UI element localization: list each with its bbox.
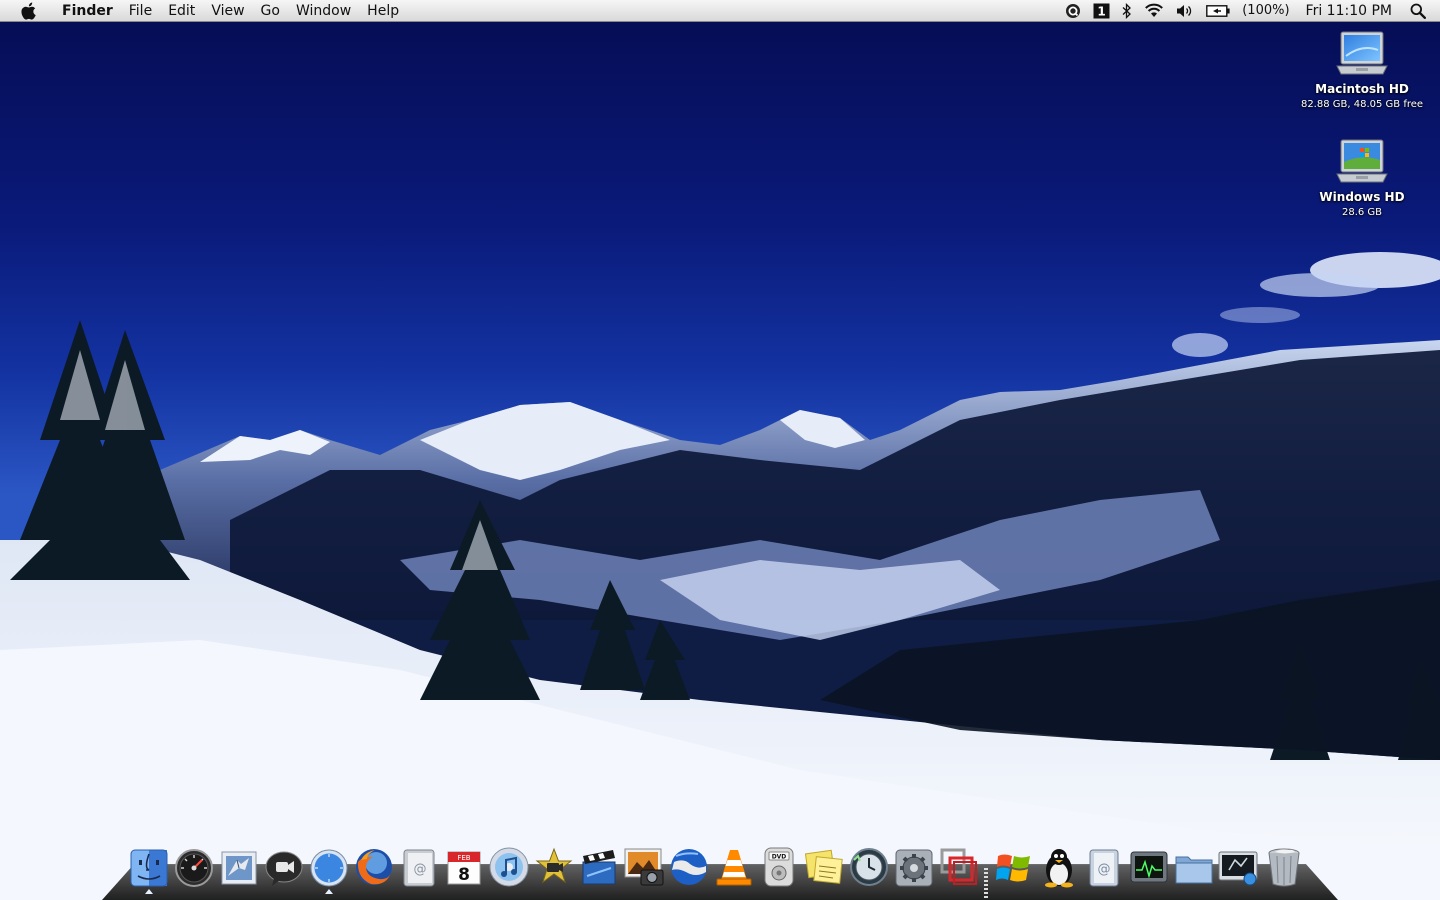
safari-icon (310, 849, 347, 887)
menu-bar: Finder File Edit View Go Window Help 1 (… (0, 0, 1440, 22)
clapper-icon (582, 850, 615, 885)
dock-item-ichat[interactable] (261, 840, 306, 888)
mail-icon (221, 851, 256, 885)
desktop-icon-info: 82.88 GB, 48.05 GB free (1300, 99, 1424, 110)
svg-text:FEB: FEB (457, 854, 470, 862)
battery-percent[interactable]: (100%) (1236, 0, 1295, 22)
dock-item-screen-capture[interactable] (1216, 840, 1261, 888)
dock-item-parallels[interactable] (936, 840, 981, 888)
dock-item-vlc[interactable] (711, 840, 756, 888)
menu-extras: 1 (100%) Fri 11:10 PM (1059, 0, 1440, 22)
dock-item-itunes[interactable] (486, 840, 531, 888)
apple-logo-icon[interactable] (16, 2, 42, 20)
ichat-icon (265, 851, 302, 886)
dock-item-ical[interactable]: FEB 8 (441, 840, 486, 888)
menu-view[interactable]: View (203, 0, 252, 22)
dashboard-icon (174, 849, 213, 887)
ical-icon: FEB 8 (447, 851, 480, 885)
bluetooth-icon[interactable] (1116, 0, 1138, 22)
dock-item-mail[interactable] (216, 840, 261, 888)
desktop-icon-macintosh-hd[interactable]: Macintosh HD 82.88 GB, 48.05 GB free (1287, 30, 1437, 110)
battery-icon[interactable] (1200, 0, 1236, 22)
desktop-icon-windows-hd[interactable]: Windows HD 28.6 GB (1287, 138, 1437, 218)
finder-icon (130, 849, 167, 887)
svg-text:DVD: DVD (771, 854, 786, 861)
dock-item-firefox[interactable] (351, 840, 396, 888)
dock-item-dashboard[interactable] (171, 840, 216, 888)
windows-logo-icon (995, 854, 1030, 882)
linux-tux-icon (1044, 849, 1073, 888)
dock-item-finder[interactable] (126, 840, 171, 894)
dock-item-windows[interactable] (991, 840, 1036, 888)
svg-text:@: @ (1097, 862, 1110, 877)
dock-item-safari[interactable] (306, 840, 351, 894)
activity-monitor-icon (1130, 851, 1167, 883)
menu-help[interactable]: Help (359, 0, 407, 22)
svg-text:8: 8 (458, 865, 470, 885)
address-book-icon: @ (403, 849, 434, 887)
dock: @ FEB 8 DVD @ (126, 840, 1316, 898)
screen-capture-icon (1218, 851, 1257, 886)
menu-edit[interactable]: Edit (160, 0, 203, 22)
svg-text:1: 1 (1098, 4, 1106, 18)
svg-text:@: @ (413, 862, 426, 877)
vlc-cone-icon (716, 850, 751, 886)
volume-icon[interactable] (1170, 0, 1200, 22)
dock-item-system-preferences[interactable] (891, 840, 936, 888)
quicksilver-icon[interactable] (1059, 0, 1087, 22)
time-machine-icon (849, 848, 888, 886)
address-card-icon: @ (1089, 849, 1118, 887)
stickies-icon (804, 849, 843, 884)
dock-item-address-book[interactable]: @ (396, 840, 441, 888)
dock-item-folder[interactable] (1171, 840, 1216, 888)
dock-item-imovie[interactable] (531, 840, 576, 888)
menu-finder[interactable]: Finder (54, 0, 121, 22)
firefox-icon (355, 849, 392, 885)
menubar-clock[interactable]: Fri 11:10 PM (1296, 0, 1404, 22)
system-preferences-icon (895, 849, 932, 887)
menu-file[interactable]: File (121, 0, 160, 22)
desktop-icon-label: Windows HD (1319, 190, 1405, 204)
laptop-drive-icon (1336, 31, 1388, 75)
dvd-player-icon: DVD (764, 847, 793, 887)
iphoto-icon (624, 848, 663, 886)
menu-go[interactable]: Go (253, 0, 288, 22)
running-indicator (144, 889, 153, 894)
google-earth-icon (670, 849, 707, 885)
trash-icon (1268, 848, 1299, 887)
dock-item-dvd-player[interactable]: DVD (756, 840, 801, 888)
dock-item-google-earth[interactable] (666, 840, 711, 888)
dock-item-stickies[interactable] (801, 840, 846, 888)
imovie-icon (535, 847, 572, 884)
dock-item-trash[interactable] (1261, 840, 1306, 888)
dock-item-iphoto[interactable] (621, 840, 666, 888)
folder-icon (1175, 856, 1212, 884)
dock-item-activity-monitor[interactable] (1126, 840, 1171, 888)
dock-item-linux[interactable] (1036, 840, 1081, 888)
wifi-icon[interactable] (1138, 0, 1170, 22)
desktop-icon-info: 28.6 GB (1341, 207, 1383, 218)
menu-window[interactable]: Window (288, 0, 359, 22)
desktop-wallpaper (0, 0, 1440, 900)
dock-separator[interactable] (981, 844, 991, 898)
dock-item-final-cut[interactable] (576, 840, 621, 888)
desktop-icon-label: Macintosh HD (1315, 82, 1409, 96)
spaces-icon[interactable]: 1 (1087, 0, 1116, 22)
parallels-icon (940, 848, 977, 885)
itunes-icon (489, 847, 528, 887)
windows-drive-icon (1336, 139, 1388, 183)
dock-item-address-card[interactable]: @ (1081, 840, 1126, 888)
running-indicator (324, 889, 333, 894)
spotlight-search-icon[interactable] (1404, 0, 1440, 22)
dock-item-time-machine[interactable] (846, 840, 891, 888)
